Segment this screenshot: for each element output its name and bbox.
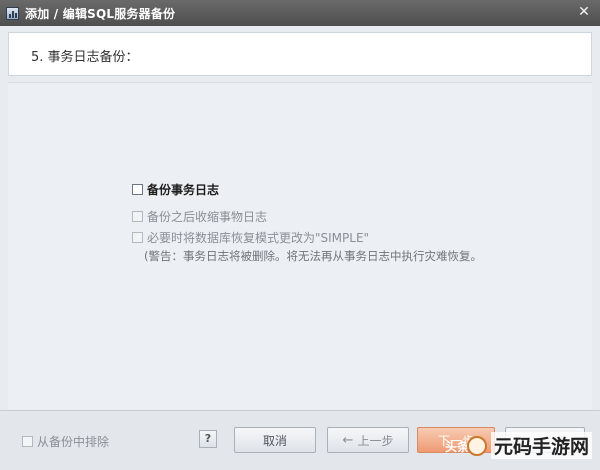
window-title: 添加 / 编辑SQL服务器备份	[25, 6, 176, 21]
step-header: 5. 事务日志备份：	[8, 32, 592, 76]
prev-label: 上一步	[357, 433, 394, 448]
watermark: 元码手游网	[466, 432, 592, 459]
arrow-left-icon: ←	[342, 432, 354, 448]
exclude-checkbox[interactable]	[22, 436, 33, 447]
watermark-logo-icon	[466, 435, 487, 456]
shrink-log-label: 备份之后收缩事物日志	[147, 210, 268, 224]
cancel-button[interactable]: 取消	[234, 427, 316, 453]
help-button[interactable]: ?	[199, 430, 217, 448]
prev-button[interactable]: ← 上一步	[327, 427, 409, 453]
watermark-text: 元码手游网	[490, 432, 592, 459]
exclude-label: 从备份中排除	[37, 435, 110, 449]
simple-mode-checkbox	[132, 232, 143, 243]
warning-text: (警告：事务日志将被删除。将无法再从事务日志中执行灾难恢复。	[144, 249, 482, 263]
backup-log-label: 备份事务日志	[147, 183, 220, 197]
backup-log-checkbox[interactable]	[132, 184, 143, 195]
shrink-log-option: 备份之后收缩事物日志	[132, 208, 267, 225]
backup-log-option[interactable]: 备份事务日志	[132, 181, 219, 198]
app-icon	[6, 6, 19, 20]
shrink-log-checkbox	[132, 211, 143, 222]
watermark-overlay-text: 头条	[445, 440, 470, 454]
exclude-option[interactable]: 从备份中排除	[22, 433, 109, 450]
simple-mode-label: 必要时将数据库恢复模式更改为"SIMPLE"	[147, 231, 370, 245]
cancel-label: 取消	[262, 433, 287, 448]
simple-mode-option: 必要时将数据库恢复模式更改为"SIMPLE"	[132, 229, 369, 246]
close-icon[interactable]: ✕	[576, 4, 592, 20]
title-bar: 添加 / 编辑SQL服务器备份 ✕	[0, 0, 600, 26]
step-title: 5. 事务日志备份：	[31, 50, 139, 65]
options-panel: 备份事务日志 备份之后收缩事物日志 必要时将数据库恢复模式更改为"SIMPLE"…	[8, 82, 592, 409]
